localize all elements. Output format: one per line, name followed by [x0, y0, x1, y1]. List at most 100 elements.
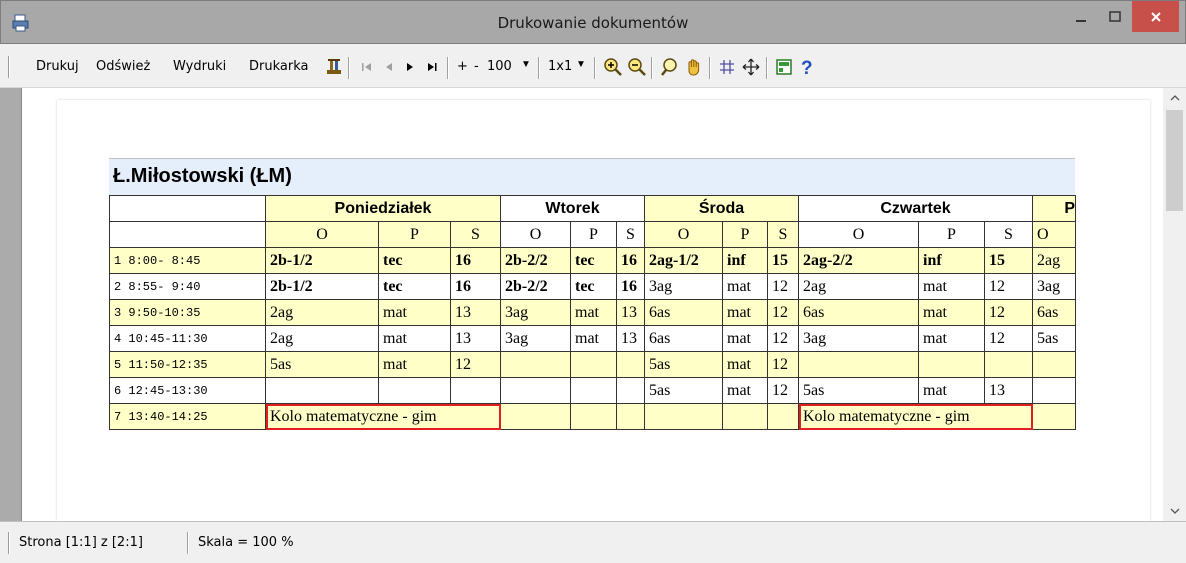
close-button[interactable] — [1132, 1, 1179, 32]
schedule-title-bar: Ł.Miłostowski (ŁM) — [109, 158, 1075, 196]
scroll-down-button[interactable] — [1163, 501, 1186, 521]
subheader-cell: O — [1032, 221, 1076, 248]
class-cell — [1032, 403, 1076, 430]
scale-indicator: Skala = 100 % — [198, 535, 294, 550]
room-cell: 12 — [767, 377, 799, 404]
class-cell: 2ag-2/2 — [798, 247, 919, 274]
subject-cell: mat — [918, 299, 985, 326]
subject-cell: mat — [722, 273, 768, 300]
table-row: 5 11:50-12:35 5as mat 12 5as mat 12 — [109, 351, 1076, 378]
subject-cell: mat — [918, 273, 985, 300]
subheader-cell: O — [500, 221, 571, 248]
printer-button[interactable]: Drukarka — [249, 59, 308, 74]
room-cell: 12 — [984, 299, 1033, 326]
subject-cell — [570, 403, 617, 430]
subject-cell — [918, 351, 985, 378]
room-cell: 12 — [450, 351, 501, 378]
zoom-in-button[interactable]: + — [457, 59, 468, 74]
day-header: Środa — [644, 195, 799, 222]
help-icon[interactable]: ? — [797, 57, 817, 77]
class-cell — [1032, 377, 1076, 404]
subject-cell: mat — [722, 325, 768, 352]
last-page-icon[interactable] — [422, 57, 442, 77]
lesson-time: 1 8:00- 8:45 — [109, 247, 266, 274]
subheader-cell: O — [265, 221, 379, 248]
first-page-icon[interactable] — [357, 57, 377, 77]
scrollbar-thumb[interactable] — [1166, 110, 1183, 211]
class-cell: 6as — [644, 325, 723, 352]
room-cell: 13 — [616, 325, 645, 352]
class-cell: 5as — [798, 377, 919, 404]
print-button[interactable]: Drukuj — [36, 59, 79, 74]
class-cell: 2ag — [265, 325, 379, 352]
schedule-table: Poniedziałek Wtorek Środa Czwartek P O P… — [109, 195, 1076, 430]
class-cell: 2b-1/2 — [265, 273, 379, 300]
table-row: 7 13:40-14:25 Kolo matematyczne - gim Ko… — [109, 403, 1076, 430]
subject-cell: mat — [378, 351, 451, 378]
subheader-cell: S — [450, 221, 501, 248]
table-row: 6 12:45-13:30 5as mat 12 5as mat 13 — [109, 377, 1076, 404]
day-header: Poniedziałek — [265, 195, 501, 222]
subject-cell: mat — [570, 325, 617, 352]
vertical-scrollbar[interactable] — [1163, 88, 1186, 521]
subheader-cell: S — [984, 221, 1033, 248]
printouts-button[interactable]: Wydruki — [173, 59, 226, 74]
hand-tool-icon[interactable] — [684, 57, 704, 77]
class-cell: 2b-2/2 — [500, 273, 571, 300]
room-cell: 13 — [450, 299, 501, 326]
zoom-in-icon[interactable] — [603, 57, 623, 77]
class-cell: 2b-2/2 — [500, 247, 571, 274]
class-cell: 2ag — [1032, 247, 1076, 274]
class-cell: 6as — [1032, 299, 1076, 326]
room-cell: 12 — [984, 273, 1033, 300]
zoom-tool-icon[interactable] — [660, 57, 680, 77]
class-cell: 2ag — [798, 273, 919, 300]
subject-cell — [378, 377, 451, 404]
scroll-up-button[interactable] — [1163, 88, 1186, 108]
class-cell: 3ag — [500, 325, 571, 352]
room-cell: 13 — [616, 299, 645, 326]
room-cell — [450, 377, 501, 404]
class-cell: 3ag — [798, 325, 919, 352]
svg-text:?: ? — [801, 58, 813, 77]
teacher-name: Ł.Miłostowski (ŁM) — [113, 165, 292, 187]
table-row: 4 10:45-11:30 2ag mat 13 3ag mat 13 6as … — [109, 325, 1076, 352]
subheader-cell: P — [722, 221, 768, 248]
refresh-button[interactable]: Odśwież — [96, 59, 150, 74]
zoom-dropdown-icon[interactable]: ▼ — [521, 59, 531, 70]
class-cell: 2ag — [265, 299, 379, 326]
room-cell: 16 — [450, 247, 501, 274]
class-cell: 5as — [644, 351, 723, 378]
class-cell — [500, 351, 571, 378]
merged-activity-cell: Kolo matematyczne - gim — [265, 403, 501, 430]
room-cell: 12 — [984, 325, 1033, 352]
zoom-out-icon[interactable] — [627, 57, 647, 77]
zoom-value[interactable]: 100 — [487, 59, 512, 74]
subject-cell: mat — [378, 299, 451, 326]
export-icon[interactable] — [774, 57, 794, 77]
previous-page-icon[interactable] — [379, 57, 399, 77]
zoom-out-button[interactable]: - — [474, 59, 479, 74]
room-cell: 16 — [450, 273, 501, 300]
toolbar-grip[interactable] — [8, 56, 10, 78]
room-cell: 15 — [984, 247, 1033, 274]
subject-cell: tec — [570, 273, 617, 300]
layout-value[interactable]: 1x1 — [548, 59, 572, 74]
day-header: P — [1032, 195, 1076, 222]
subject-cell — [570, 377, 617, 404]
next-page-icon[interactable] — [400, 57, 420, 77]
room-cell: 15 — [767, 247, 799, 274]
move-icon[interactable] — [741, 57, 761, 77]
class-cell: 3ag — [500, 299, 571, 326]
layout-dropdown-icon[interactable]: ▼ — [576, 59, 586, 70]
grid-icon[interactable] — [717, 57, 737, 77]
subheader-cell: S — [616, 221, 645, 248]
printer-settings-icon[interactable] — [324, 57, 344, 77]
subheader-cell: P — [918, 221, 985, 248]
class-cell — [644, 403, 723, 430]
page-indicator: Strona [1:1] z [2:1] — [19, 535, 143, 550]
minimize-button[interactable] — [1064, 1, 1098, 32]
subheader-cell: O — [644, 221, 723, 248]
class-cell: 2ag-1/2 — [644, 247, 723, 274]
maximize-button[interactable] — [1098, 1, 1132, 32]
